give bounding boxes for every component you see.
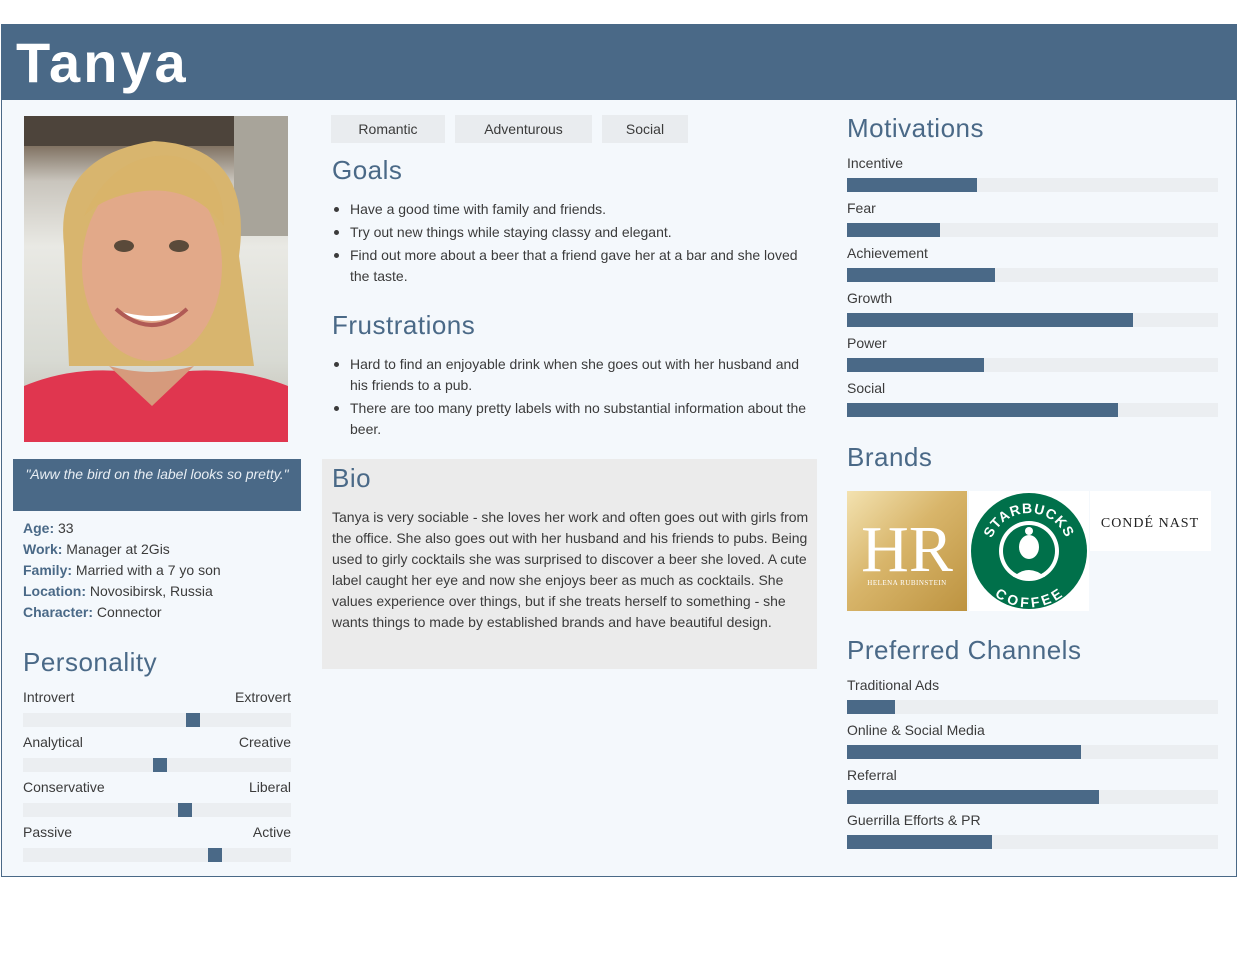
channels-fill: [847, 790, 1099, 804]
channels-label: Referral: [847, 767, 897, 783]
scale-right-label: Creative: [238, 734, 291, 750]
motivations-track: [847, 313, 1218, 327]
channels-fill: [847, 700, 895, 714]
channels-label: Traditional Ads: [847, 677, 940, 693]
scale-right-label: Liberal: [248, 779, 291, 795]
motivations-label: Growth: [847, 290, 893, 306]
goals-title: Goals: [332, 155, 403, 185]
scale-track: [23, 803, 291, 817]
brands-title: Brands: [847, 442, 933, 472]
persona-quote: "Aww the bird on the label looks so pret…: [13, 459, 301, 511]
scale-track: [23, 758, 291, 772]
persona-card: Tanya "Aww the bird on the label looks s…: [1, 24, 1237, 877]
motivations-track: [847, 223, 1218, 237]
scale-track: [23, 848, 291, 862]
bio-title: Bio: [332, 463, 372, 493]
tag-social: Social: [602, 115, 688, 143]
goal-item: Try out new things while staying classy …: [332, 222, 807, 243]
goal-item: Find out more about a beer that a friend…: [332, 245, 807, 287]
motivations-title: Motivations: [847, 113, 984, 143]
motivations-track: [847, 268, 1218, 282]
channels-track: [847, 745, 1218, 759]
brand-logo-starbucks: STARBUCKS COFFEE: [969, 491, 1089, 611]
fact-family: Family: Married with a 7 yo son: [23, 562, 221, 578]
hr-wordmark: HELENA RUBINSTEIN: [867, 579, 946, 587]
persona-photo: [24, 116, 288, 442]
persona-name: Tanya: [16, 31, 189, 94]
motivations-label: Power: [847, 335, 887, 351]
channels-label: Online & Social Media: [847, 722, 985, 738]
motivations-fill: [847, 223, 940, 237]
scale-right-label: Extrovert: [234, 689, 291, 705]
motivations-label: Fear: [847, 200, 876, 216]
frustration-item: Hard to find an enjoyable drink when she…: [332, 354, 807, 396]
motivations-fill: [847, 178, 977, 192]
fact-character: Character: Connector: [23, 604, 162, 620]
channels-fill: [847, 745, 1081, 759]
scale-knob: [153, 758, 167, 772]
brand-logo-conde-nast: CONDÉ NAST: [1090, 491, 1211, 551]
fact-location: Location: Novosibirsk, Russia: [23, 583, 213, 599]
fact-work: Work: Manager at 2Gis: [23, 541, 170, 557]
motivations-track: [847, 178, 1218, 192]
channels-fill: [847, 835, 992, 849]
goal-item: Have a good time with family and friends…: [332, 199, 807, 220]
persona-header: Tanya: [2, 25, 1236, 100]
fact-age: Age: 33: [23, 520, 74, 536]
tag-adventurous: Adventurous: [455, 115, 592, 143]
channels-title: Preferred Channels: [847, 635, 1082, 665]
brand-logo-helena-rubinstein: HR HELENA RUBINSTEIN: [847, 491, 967, 611]
motivations-fill: [847, 403, 1118, 417]
scale-knob: [178, 803, 192, 817]
conde-nast-wordmark: CONDÉ NAST: [1101, 514, 1199, 531]
channels-label: Guerrilla Efforts & PR: [847, 812, 981, 828]
frustrations-list: Hard to find an enjoyable drink when she…: [332, 354, 807, 442]
channels-track: [847, 790, 1218, 804]
goals-list: Have a good time with family and friends…: [332, 199, 807, 289]
motivations-label: Incentive: [847, 155, 904, 171]
channels-track: [847, 700, 1218, 714]
motivations-label: Social: [847, 380, 886, 396]
motivations-fill: [847, 358, 984, 372]
channels-track: [847, 835, 1218, 849]
frustrations-title: Frustrations: [332, 310, 476, 340]
scale-knob: [208, 848, 222, 862]
motivations-track: [847, 358, 1218, 372]
hr-mark: HR: [861, 513, 953, 586]
bio-text: Tanya is very sociable - she loves her w…: [332, 509, 809, 630]
scale-right-label: Active: [252, 824, 291, 840]
motivations-fill: [847, 268, 995, 282]
motivations-label: Achievement: [847, 245, 928, 261]
motivations-track: [847, 403, 1218, 417]
personality-title: Personality: [23, 647, 158, 677]
frustration-item: There are too many pretty labels with no…: [332, 398, 807, 440]
tag-romantic: Romantic: [331, 115, 445, 143]
scale-knob: [186, 713, 200, 727]
scale-track: [23, 713, 291, 727]
motivations-fill: [847, 313, 1133, 327]
